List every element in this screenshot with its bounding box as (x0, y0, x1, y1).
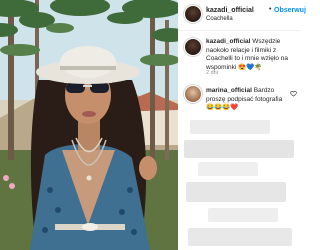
owner-avatar[interactable] (185, 6, 201, 22)
like-comment-heart-icon[interactable] (290, 90, 297, 97)
post-photo-illustration (0, 0, 178, 250)
commenter-avatar[interactable] (185, 86, 201, 102)
caption-text: kazadi_official Wszędzie naokoło relacje… (206, 38, 302, 72)
owner-username[interactable]: kazadi_official (206, 7, 254, 14)
post-sidebar: kazadi_official • Obserwuj Coachella kaz… (178, 0, 306, 250)
commenter-username[interactable]: marina_official (206, 87, 252, 94)
post-location[interactable]: Coachella (206, 16, 233, 22)
follow-button[interactable]: Obserwuj (274, 7, 306, 14)
comment-text: marina_official Bardzo proszę podpisać f… (206, 87, 288, 113)
post-header: kazadi_official • Obserwuj Coachella (178, 0, 306, 31)
post-photo[interactable] (0, 0, 178, 250)
caption-avatar[interactable] (185, 39, 201, 55)
header-separator: • (269, 6, 272, 13)
caption-timestamp[interactable]: 2 dni (206, 70, 218, 76)
caption-username[interactable]: kazadi_official (206, 38, 250, 45)
